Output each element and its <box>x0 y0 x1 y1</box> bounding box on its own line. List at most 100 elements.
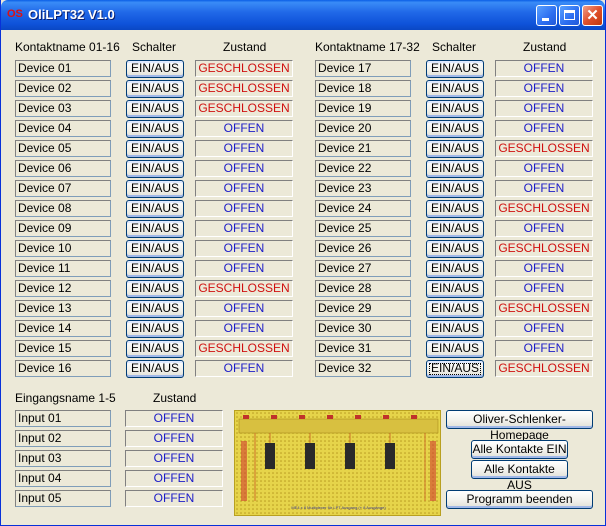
device-name-field[interactable]: Device 11 <box>15 260 111 277</box>
state-indicator: OFFEN <box>195 140 293 157</box>
toggle-button[interactable]: EIN/AUS <box>426 280 484 298</box>
toggle-button[interactable]: EIN/AUS <box>426 120 484 138</box>
toggle-button[interactable]: EIN/AUS <box>126 100 184 118</box>
state-indicator: GESCHLOSSEN <box>495 200 593 217</box>
toggle-button[interactable]: EIN/AUS <box>126 360 184 378</box>
toggle-button[interactable]: EIN/AUS <box>426 140 484 158</box>
device-name-field[interactable]: Device 16 <box>15 360 111 377</box>
input-state-indicator: OFFEN <box>125 430 223 447</box>
device-name-field[interactable]: Device 01 <box>15 60 111 77</box>
device-name-field[interactable]: Device 08 <box>15 200 111 217</box>
toggle-button[interactable]: EIN/AUS <box>426 360 484 378</box>
toggle-button[interactable]: EIN/AUS <box>426 320 484 338</box>
right-name-header: Kontaktname 17-32 <box>315 40 420 54</box>
toggle-button[interactable]: EIN/AUS <box>126 80 184 98</box>
device-name-field[interactable]: Device 10 <box>15 240 111 257</box>
left-switch-header: Schalter <box>132 40 177 54</box>
exit-button[interactable]: Programm beenden <box>446 490 593 509</box>
device-name-field[interactable]: Device 21 <box>315 140 411 157</box>
device-name-field[interactable]: Device 23 <box>315 180 411 197</box>
state-indicator: GESCHLOSSEN <box>195 60 293 77</box>
device-name-field[interactable]: Device 24 <box>315 200 411 217</box>
device-name-field[interactable]: Device 02 <box>15 80 111 97</box>
device-name-field[interactable]: Device 13 <box>15 300 111 317</box>
all-on-button[interactable]: Alle Kontakte EIN <box>471 440 568 459</box>
toggle-button[interactable]: EIN/AUS <box>426 100 484 118</box>
device-name-field[interactable]: Device 09 <box>15 220 111 237</box>
toggle-button[interactable]: EIN/AUS <box>426 80 484 98</box>
input-name-field[interactable]: Input 01 <box>15 410 111 427</box>
device-name-field[interactable]: Device 26 <box>315 240 411 257</box>
state-indicator: OFFEN <box>495 340 593 357</box>
title-bar[interactable]: OS OliLPT32 V1.0 ✕ <box>1 0 605 30</box>
state-indicator: OFFEN <box>495 160 593 177</box>
state-indicator: OFFEN <box>495 80 593 97</box>
device-name-field[interactable]: Device 30 <box>315 320 411 337</box>
all-off-button[interactable]: Alle Kontakte AUS <box>471 460 568 492</box>
device-name-field[interactable]: Device 28 <box>315 280 411 297</box>
device-name-field[interactable]: Device 06 <box>15 160 111 177</box>
toggle-button[interactable]: EIN/AUS <box>426 240 484 258</box>
window-title: OliLPT32 V1.0 <box>28 7 115 22</box>
device-name-field[interactable]: Device 15 <box>15 340 111 357</box>
toggle-button[interactable]: EIN/AUS <box>426 180 484 198</box>
device-name-field[interactable]: Device 17 <box>315 60 411 77</box>
input-name-field[interactable]: Input 05 <box>15 490 111 507</box>
device-name-field[interactable]: Device 29 <box>315 300 411 317</box>
toggle-button[interactable]: EIN/AUS <box>126 120 184 138</box>
toggle-button[interactable]: EIN/AUS <box>426 260 484 278</box>
device-name-field[interactable]: Device 12 <box>15 280 111 297</box>
toggle-button[interactable]: EIN/AUS <box>126 240 184 258</box>
left-state-header: Zustand <box>223 40 267 54</box>
toggle-button[interactable]: EIN/AUS <box>126 220 184 238</box>
state-indicator: OFFEN <box>195 240 293 257</box>
toggle-button[interactable]: EIN/AUS <box>126 180 184 198</box>
device-name-field[interactable]: Device 07 <box>15 180 111 197</box>
inputs-state-header: Zustand <box>153 391 197 405</box>
toggle-button[interactable]: EIN/AUS <box>426 200 484 218</box>
toggle-button[interactable]: EIN/AUS <box>126 140 184 158</box>
input-state-indicator: OFFEN <box>125 410 223 427</box>
toggle-button[interactable]: EIN/AUS <box>126 160 184 178</box>
device-name-field[interactable]: Device 25 <box>315 220 411 237</box>
device-name-field[interactable]: Device 22 <box>315 160 411 177</box>
state-indicator: OFFEN <box>495 60 593 77</box>
device-name-field[interactable]: Device 18 <box>315 80 411 97</box>
toggle-button[interactable]: EIN/AUS <box>126 260 184 278</box>
toggle-button[interactable]: EIN/AUS <box>126 340 184 358</box>
device-name-field[interactable]: Device 32 <box>315 360 411 377</box>
toggle-button[interactable]: EIN/AUS <box>126 300 184 318</box>
homepage-button[interactable]: Oliver-Schlenker-Homepage <box>446 410 593 442</box>
toggle-button[interactable]: EIN/AUS <box>126 200 184 218</box>
toggle-button[interactable]: EIN/AUS <box>426 340 484 358</box>
device-name-field[interactable]: Device 31 <box>315 340 411 357</box>
state-indicator: GESCHLOSSEN <box>495 360 593 377</box>
maximize-button[interactable] <box>559 5 580 26</box>
toggle-button[interactable]: EIN/AUS <box>126 60 184 78</box>
minimize-button[interactable] <box>536 5 557 26</box>
input-name-field[interactable]: Input 03 <box>15 450 111 467</box>
device-name-field[interactable]: Device 27 <box>315 260 411 277</box>
input-name-field[interactable]: Input 04 <box>15 470 111 487</box>
minimize-icon <box>542 18 549 21</box>
main-window: OS OliLPT32 V1.0 ✕ Kontaktname 01-16 Sch… <box>0 0 606 526</box>
device-name-field[interactable]: Device 14 <box>15 320 111 337</box>
input-state-indicator: OFFEN <box>125 470 223 487</box>
device-name-field[interactable]: Device 03 <box>15 100 111 117</box>
close-button[interactable]: ✕ <box>582 5 603 26</box>
toggle-button[interactable]: EIN/AUS <box>426 300 484 318</box>
device-name-field[interactable]: Device 20 <box>315 120 411 137</box>
toggle-button[interactable]: EIN/AUS <box>126 320 184 338</box>
state-indicator: OFFEN <box>495 180 593 197</box>
toggle-button[interactable]: EIN/AUS <box>426 160 484 178</box>
toggle-button[interactable]: EIN/AUS <box>426 220 484 238</box>
device-name-field[interactable]: Device 19 <box>315 100 411 117</box>
input-name-field[interactable]: Input 02 <box>15 430 111 447</box>
board-image: ME4 x 8 Multiplexer für LPT Ausgang (+ 8… <box>234 410 441 516</box>
toggle-button[interactable]: EIN/AUS <box>126 280 184 298</box>
state-indicator: OFFEN <box>195 360 293 377</box>
toggle-button[interactable]: EIN/AUS <box>426 60 484 78</box>
device-name-field[interactable]: Device 04 <box>15 120 111 137</box>
input-state-indicator: OFFEN <box>125 450 223 467</box>
device-name-field[interactable]: Device 05 <box>15 140 111 157</box>
